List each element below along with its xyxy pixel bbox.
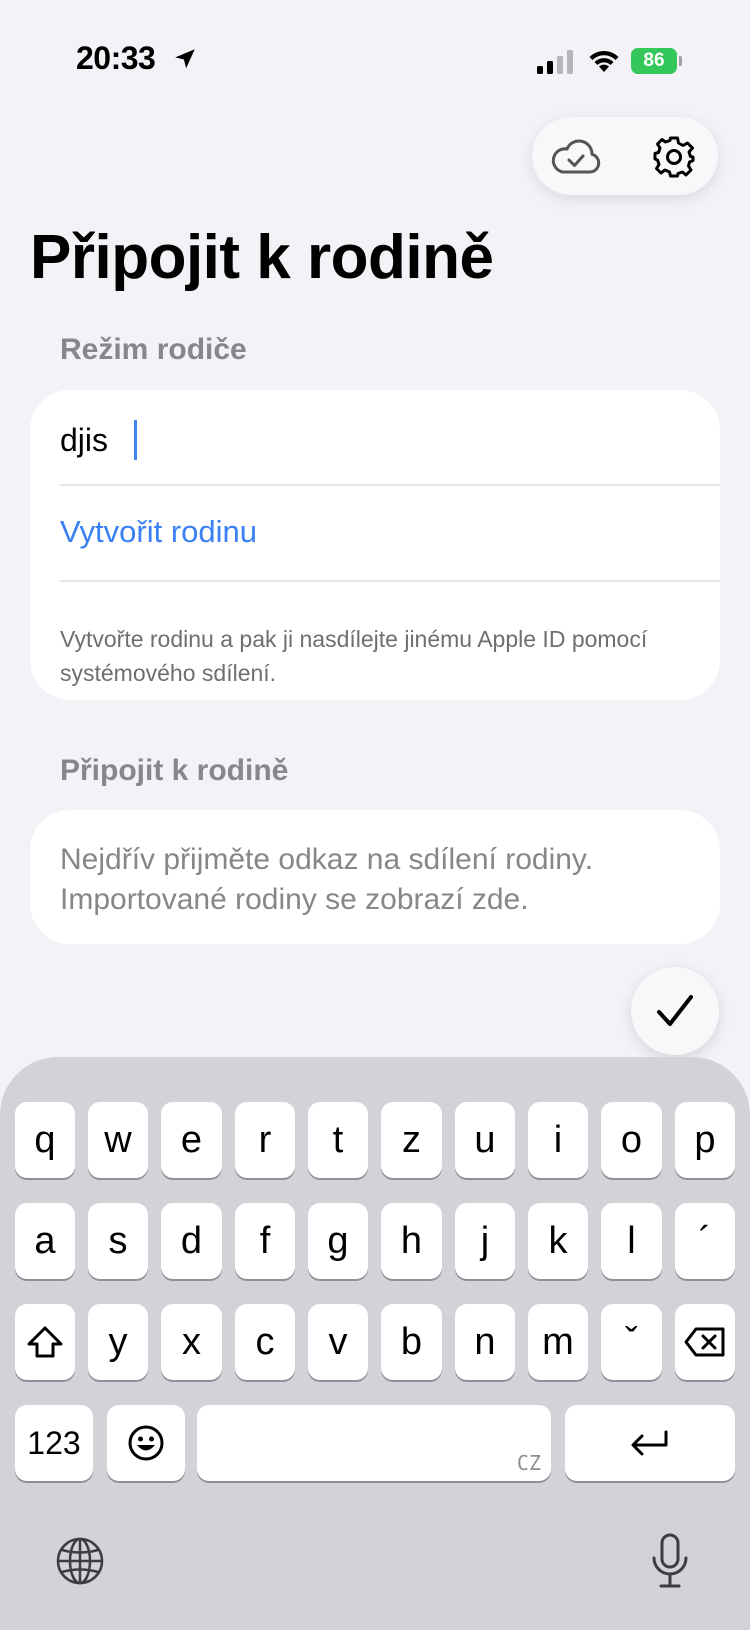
key-y[interactable]: y — [88, 1304, 148, 1380]
family-name-input[interactable] — [60, 420, 680, 460]
delete-key[interactable] — [675, 1304, 735, 1380]
cloud-check-icon — [551, 139, 601, 174]
done-button[interactable] — [631, 967, 719, 1055]
text-caret — [134, 420, 137, 460]
key-r[interactable]: r — [235, 1102, 295, 1178]
divider — [60, 580, 720, 582]
battery-level: 86 — [631, 48, 677, 74]
keyboard: q w e r t z u i o p a s d f g h j k l ´ … — [0, 1057, 750, 1630]
key-u[interactable]: u — [455, 1102, 515, 1178]
key-g[interactable]: g — [308, 1203, 368, 1279]
key-h[interactable]: h — [381, 1203, 442, 1279]
key-n[interactable]: n — [455, 1304, 515, 1380]
numbers-key[interactable]: 123 — [15, 1405, 93, 1481]
top-toolbar — [532, 117, 718, 195]
settings-button[interactable] — [648, 131, 700, 183]
page-title: Připojit k rodině — [30, 223, 494, 292]
space-key[interactable]: CZ — [197, 1405, 551, 1481]
join-family-empty-message: Nejdřív přijměte odkaz na sdílení rodiny… — [60, 843, 594, 916]
create-family-button[interactable]: Vytvořit rodinu — [60, 514, 257, 550]
key-m[interactable]: m — [528, 1304, 588, 1380]
key-w[interactable]: w — [88, 1102, 148, 1178]
key-b[interactable]: b — [381, 1304, 442, 1380]
key-t[interactable]: t — [308, 1102, 368, 1178]
dictation-button[interactable] — [642, 1529, 698, 1593]
key-i[interactable]: i — [528, 1102, 588, 1178]
shift-icon — [27, 1326, 63, 1358]
parent-mode-card: Vytvořit rodinu Vytvořte rodinu a pak ji… — [30, 390, 720, 700]
key-k[interactable]: k — [528, 1203, 588, 1279]
backspace-icon — [684, 1327, 725, 1357]
key-s[interactable]: s — [88, 1203, 148, 1279]
emoji-icon — [128, 1425, 164, 1461]
checkmark-icon — [657, 995, 693, 1026]
key-c[interactable]: c — [235, 1304, 295, 1380]
key-j[interactable]: j — [455, 1203, 515, 1279]
globe-icon — [56, 1537, 104, 1585]
key-l[interactable]: l — [601, 1203, 662, 1279]
battery-tip — [679, 56, 682, 66]
key-q[interactable]: q — [15, 1102, 75, 1178]
key-z[interactable]: z — [381, 1102, 442, 1178]
battery-icon: 86 — [631, 48, 683, 74]
key-d[interactable]: d — [161, 1203, 222, 1279]
shift-key[interactable] — [15, 1304, 75, 1380]
status-bar: 20:33 86 — [0, 0, 750, 110]
globe-button[interactable] — [52, 1533, 108, 1589]
microphone-icon — [652, 1533, 688, 1588]
parent-mode-header: Režim rodiče — [60, 333, 247, 366]
divider — [60, 484, 720, 486]
location-arrow-icon — [175, 49, 195, 69]
key-o[interactable]: o — [601, 1102, 662, 1178]
key-e[interactable]: e — [161, 1102, 222, 1178]
key-f[interactable]: f — [235, 1203, 295, 1279]
join-family-header: Připojit k rodině — [60, 754, 289, 787]
icloud-sync-button[interactable] — [550, 131, 602, 183]
key-v[interactable]: v — [308, 1304, 368, 1380]
create-family-helper-text: Vytvořte rodinu a pak ji nasdílejte jiné… — [60, 626, 648, 686]
emoji-key[interactable] — [107, 1405, 185, 1481]
key-p[interactable]: p — [675, 1102, 735, 1178]
key-caron[interactable]: ˇ — [601, 1304, 662, 1380]
wifi-icon — [589, 50, 619, 72]
key-a[interactable]: a — [15, 1203, 75, 1279]
gear-icon — [653, 136, 695, 178]
space-language-label: CZ — [516, 1451, 541, 1475]
join-family-card: Nejdřív přijměte odkaz na sdílení rodiny… — [30, 810, 720, 944]
key-acute[interactable]: ´ — [675, 1203, 735, 1279]
return-key[interactable] — [565, 1405, 735, 1481]
status-time: 20:33 — [76, 40, 156, 76]
key-x[interactable]: x — [161, 1304, 222, 1380]
cellular-signal-icon — [537, 50, 573, 74]
return-icon — [631, 1430, 668, 1456]
